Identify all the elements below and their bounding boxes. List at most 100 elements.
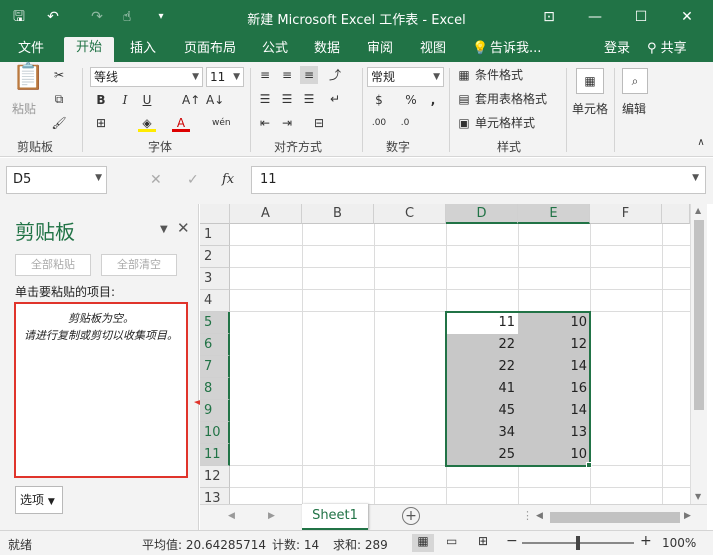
cells-icon[interactable]: ▦ <box>576 68 604 94</box>
underline-icon[interactable]: U <box>138 91 156 109</box>
column-header[interactable]: F <box>590 204 662 224</box>
tab-data[interactable]: 数据 <box>312 38 342 62</box>
tab-view[interactable]: 视图 <box>418 38 448 62</box>
row-header[interactable]: 8 <box>200 378 230 400</box>
name-box[interactable]: D5 ▼ <box>6 166 107 194</box>
font-color-icon[interactable]: A <box>172 114 190 132</box>
minimize-icon[interactable]: — <box>584 6 606 28</box>
cell-style-icon[interactable]: ▣ <box>455 114 473 132</box>
clear-all-button[interactable]: 全部清空 <box>101 254 177 276</box>
clipboard-items-list[interactable]: 剪贴板为空。 请进行复制或剪切以收集项目。 <box>14 302 188 478</box>
page-break-view-icon[interactable]: ⊞ <box>478 534 488 548</box>
align-right-icon[interactable]: ☰ <box>300 90 318 108</box>
column-header[interactable]: D <box>446 204 518 224</box>
close-icon[interactable]: ✕ <box>676 6 698 28</box>
scroll-down-icon[interactable]: ▼ <box>695 492 701 501</box>
borders-icon[interactable]: ⊞ <box>92 114 110 132</box>
row-header[interactable]: 5 <box>200 312 230 334</box>
column-header[interactable]: B <box>302 204 374 224</box>
tell-me-input[interactable]: 告诉我... <box>488 38 543 62</box>
row-header[interactable]: 7 <box>200 356 230 378</box>
chevron-down-icon[interactable]: ▼ <box>95 173 102 183</box>
spreadsheet-grid[interactable]: A B C D E F 1 2 3 4 5 6 7 8 9 10 11 12 1… <box>200 204 690 504</box>
row-header[interactable]: 10 <box>200 422 230 444</box>
zoom-level[interactable]: 100% <box>662 536 696 550</box>
conditional-format-button[interactable]: 条件格式 <box>475 66 523 84</box>
bold-icon[interactable]: B <box>92 91 110 109</box>
select-all-corner[interactable] <box>200 204 230 224</box>
pane-options-icon[interactable]: ▼ <box>160 224 168 235</box>
phonetic-icon[interactable]: wén <box>212 114 231 132</box>
fill-color-icon[interactable]: ◈ <box>138 114 156 132</box>
row-header[interactable]: 2 <box>200 246 230 268</box>
column-header[interactable]: C <box>374 204 446 224</box>
decrease-indent-icon[interactable]: ⇤ <box>256 114 274 132</box>
row-header[interactable]: 4 <box>200 290 230 312</box>
row-header[interactable]: 3 <box>200 268 230 290</box>
copy-icon[interactable]: ⧉ <box>50 90 68 108</box>
new-sheet-icon[interactable]: + <box>402 507 420 525</box>
comma-style-icon[interactable]: , <box>424 91 442 109</box>
cell-d8[interactable]: 41 <box>446 378 518 400</box>
cell-e7[interactable]: 14 <box>518 356 590 378</box>
cell-d7[interactable]: 22 <box>446 356 518 378</box>
cell-e10[interactable]: 13 <box>518 422 590 444</box>
percent-icon[interactable]: % <box>402 91 420 109</box>
cancel-icon[interactable]: ✕ <box>150 172 162 188</box>
scroll-up-icon[interactable]: ▲ <box>695 206 701 215</box>
tab-split-handle[interactable]: ⋮ <box>522 509 533 522</box>
align-bottom-icon[interactable]: ≡ <box>300 66 318 84</box>
font-name-select[interactable]: 等线 ▼ <box>90 67 203 87</box>
cell-d6[interactable]: 22 <box>446 334 518 356</box>
tab-home[interactable]: 开始 <box>64 37 115 62</box>
row-header[interactable]: 1 <box>200 224 230 246</box>
close-pane-icon[interactable]: ✕ <box>177 219 190 237</box>
column-header[interactable]: E <box>518 204 590 224</box>
ribbon-display-options-icon[interactable]: ⊡ <box>538 6 560 28</box>
align-middle-icon[interactable]: ≡ <box>278 66 296 84</box>
cell-e5[interactable]: 10 <box>518 312 590 334</box>
tab-file[interactable]: 文件 <box>16 38 46 62</box>
cells-button[interactable]: 单元格 <box>572 100 608 118</box>
cell-d5[interactable]: 11 <box>446 312 518 334</box>
wrap-text-icon[interactable]: ↵ <box>326 90 344 108</box>
enter-icon[interactable]: ✓ <box>187 172 199 188</box>
align-left-icon[interactable]: ☰ <box>256 90 274 108</box>
insert-function-icon[interactable]: fx <box>222 172 234 187</box>
search-icon[interactable]: ⌕ <box>622 68 648 94</box>
login-link[interactable]: 登录 <box>602 38 632 62</box>
column-header[interactable] <box>662 204 690 224</box>
page-layout-view-icon[interactable]: ▭ <box>446 534 457 548</box>
paste-button-label[interactable]: 粘贴 <box>12 100 36 118</box>
row-header[interactable]: 13 <box>200 488 230 504</box>
increase-decimal-icon[interactable]: .00 <box>370 114 388 132</box>
horizontal-scrollbar-thumb[interactable] <box>550 512 680 523</box>
decrease-font-icon[interactable]: A↓ <box>206 91 224 109</box>
increase-indent-icon[interactable]: ⇥ <box>278 114 296 132</box>
merge-center-icon[interactable]: ⊟ <box>310 114 328 132</box>
clipboard-options-button[interactable]: 选项 ▼ <box>15 486 63 514</box>
tab-review[interactable]: 审阅 <box>365 38 395 62</box>
normal-view-icon[interactable]: ▦ <box>412 534 434 552</box>
formula-input[interactable]: 11 ▼ <box>251 166 706 194</box>
tab-insert[interactable]: 插入 <box>128 38 158 62</box>
accounting-format-icon[interactable]: $ <box>370 91 388 109</box>
scroll-right-icon[interactable]: ▶ <box>684 511 691 521</box>
cell-e9[interactable]: 14 <box>518 400 590 422</box>
cell-d11[interactable]: 25 <box>446 444 518 466</box>
scrollbar-thumb[interactable] <box>694 220 704 410</box>
cell-d10[interactable]: 34 <box>446 422 518 444</box>
paste-icon[interactable]: 📋 <box>12 64 44 104</box>
zoom-slider-thumb[interactable] <box>576 536 580 550</box>
row-header[interactable]: 11 <box>200 444 230 466</box>
paste-all-button[interactable]: 全部粘贴 <box>15 254 91 276</box>
orientation-icon[interactable]: ⤴ <box>326 66 344 84</box>
zoom-out-icon[interactable]: − <box>506 533 518 549</box>
cell-d9[interactable]: 45 <box>446 400 518 422</box>
vertical-scrollbar[interactable]: ▲ ▼ <box>690 204 707 504</box>
tab-page-layout[interactable]: 页面布局 <box>182 38 238 62</box>
editing-button[interactable]: 编辑 <box>622 100 646 118</box>
align-top-icon[interactable]: ≡ <box>256 66 274 84</box>
align-center-icon[interactable]: ☰ <box>278 90 296 108</box>
font-size-select[interactable]: 11 ▼ <box>206 67 244 87</box>
